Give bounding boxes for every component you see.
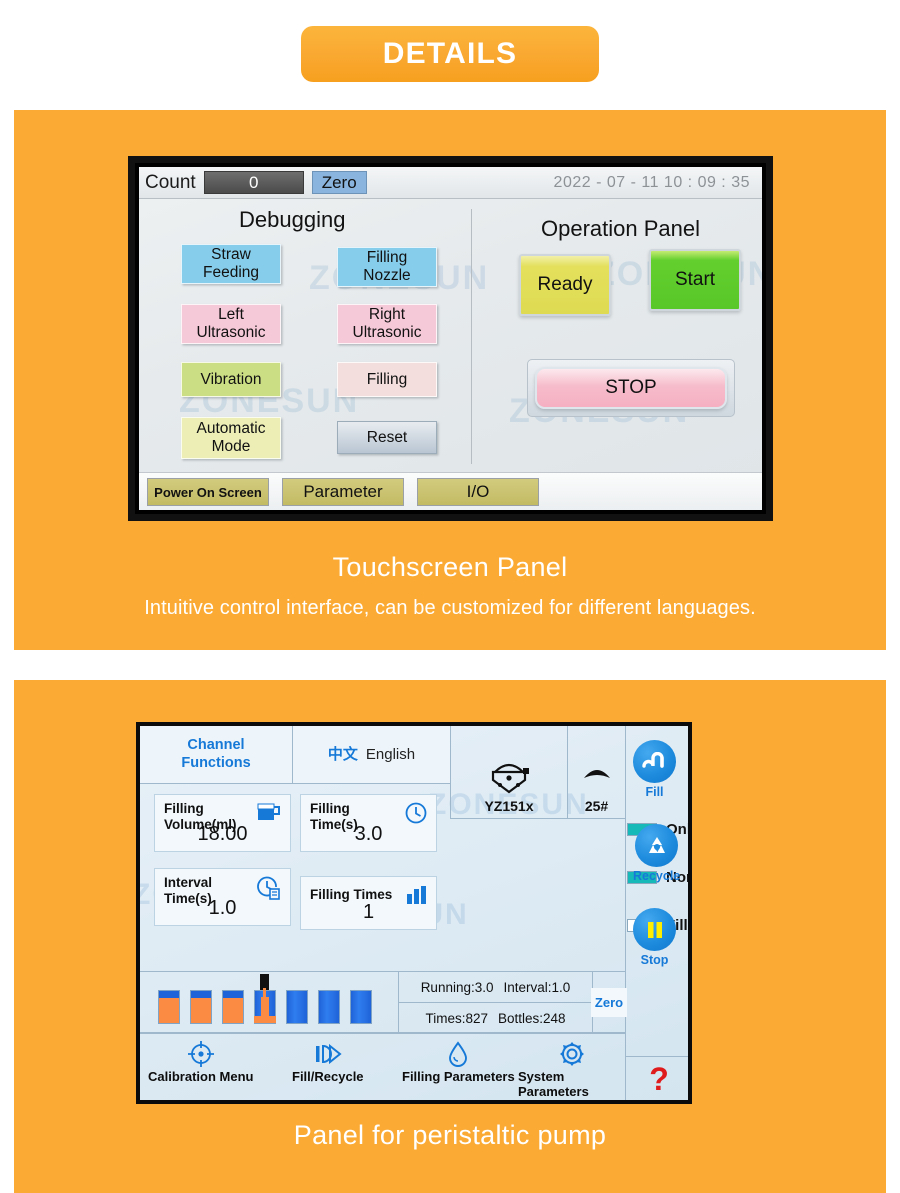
- timestamp: 2022 - 07 - 11 10 : 09 : 35: [553, 173, 750, 191]
- nav-system-parameters[interactable]: System Parameters: [518, 1040, 625, 1099]
- tube-size-label: 25#: [584, 798, 609, 814]
- debug-button-filling-nozzle[interactable]: Filling Nozzle: [337, 247, 437, 287]
- pump-model-label: YZ151x: [484, 798, 534, 814]
- hmi-screen: ZONESUN ZONESUN ZONESUN ZONESUN Count 0 …: [139, 167, 762, 510]
- tab-io[interactable]: I/O: [417, 478, 539, 506]
- debug-button-straw-feeding[interactable]: Straw Feeding: [181, 244, 281, 284]
- stop-button[interactable]: Stop: [633, 908, 676, 967]
- clock-icon: [405, 802, 427, 824]
- debug-button-automatic-mode[interactable]: Automatic Mode: [181, 417, 281, 459]
- section-peristaltic-pump-panel: ZONESUN ZONESUN ZONESUN Channel Function…: [14, 680, 886, 1193]
- language-switch[interactable]: 中文 English: [292, 726, 450, 784]
- zero-button[interactable]: Zero: [590, 987, 628, 1017]
- hmi-body: Debugging Operation Panel Straw Feeding …: [139, 199, 762, 510]
- recycle-icon: [635, 824, 679, 867]
- details-badge: DETAILS: [301, 26, 599, 82]
- help-cell[interactable]: ?: [625, 1056, 688, 1100]
- droplet-icon: [449, 1041, 468, 1067]
- debug-button-left-ultrasonic[interactable]: Left Ultrasonic: [181, 304, 281, 344]
- help-question-icon[interactable]: ?: [649, 1063, 669, 1095]
- crosshair-icon: [187, 1041, 214, 1067]
- stop-button[interactable]: STOP: [535, 367, 727, 409]
- start-button[interactable]: Start: [649, 249, 741, 311]
- tab-parameter[interactable]: Parameter: [282, 478, 404, 506]
- nav-label: System Parameters: [518, 1069, 589, 1099]
- bottle-empty: [318, 990, 340, 1024]
- section1-caption-title: Touchscreen Panel: [332, 552, 568, 582]
- debug-button-filling[interactable]: Filling: [337, 362, 437, 397]
- debugging-title: Debugging: [239, 207, 346, 232]
- zero-button[interactable]: Zero: [311, 171, 367, 194]
- hmi-pump-screen: ZONESUN ZONESUN ZONESUN Channel Function…: [140, 726, 688, 1100]
- interval-time-label: Interval:1.0: [503, 979, 571, 995]
- bottle-empty: [286, 990, 308, 1024]
- count-value-field: 0: [203, 171, 304, 194]
- pause-icon: [633, 908, 676, 951]
- param-value: 1: [362, 901, 375, 923]
- param-filling-times[interactable]: Filling Times 1: [300, 876, 437, 930]
- nav-label: Fill/Recycle: [292, 1069, 364, 1084]
- count-label: Count: [145, 171, 196, 193]
- stop-button-label: Stop: [640, 953, 669, 967]
- nav-filling-parameters[interactable]: Filling Parameters: [402, 1040, 515, 1084]
- bottle-filled: [222, 990, 244, 1024]
- bottle-progress-row: [140, 971, 398, 1033]
- bottle-empty: [350, 990, 372, 1024]
- section2-caption-title: Panel for peristaltic pump: [293, 1120, 607, 1150]
- bottom-tab-bar: Power On Screen Parameter I/O: [139, 472, 762, 510]
- debug-button-vibration[interactable]: Vibration: [181, 362, 281, 397]
- tube-size-cell[interactable]: 25#: [567, 726, 625, 819]
- param-value: 3.0: [354, 823, 383, 845]
- fill-button-label: Fill: [645, 785, 664, 799]
- beaker-icon: [257, 803, 280, 820]
- hmi-pump-device: ZONESUN ZONESUN ZONESUN Channel Function…: [136, 722, 692, 1104]
- bottle-filled: [190, 990, 212, 1024]
- run-info-line-1: Running:3.0 Interval:1.0: [399, 972, 592, 1003]
- debug-button-right-ultrasonic[interactable]: Right Ultrasonic: [337, 304, 437, 344]
- bottle-filled: [158, 990, 180, 1024]
- times-count-label: Times:827: [425, 1011, 488, 1026]
- fill-button[interactable]: Fill: [633, 740, 676, 799]
- pump-model-cell[interactable]: YZ151x: [450, 726, 567, 819]
- details-header: DETAILS: [0, 0, 900, 82]
- section1-caption-subtitle: Intuitive control interface, can be cust…: [144, 597, 756, 619]
- section-touchscreen-panel: ZONESUN ZONESUN ZONESUN ZONESUN Count 0 …: [14, 110, 886, 650]
- section-divider: [471, 209, 472, 464]
- bottles-count-label: Bottles:248: [497, 1011, 566, 1026]
- fill-wave-icon: [633, 740, 676, 783]
- tube-icon: [583, 770, 610, 778]
- nav-label: Filling Parameters: [402, 1069, 515, 1084]
- param-filling-volume[interactable]: Filling Volume(ml) 18.00: [154, 794, 291, 852]
- nozzle-stream: [263, 988, 266, 998]
- language-chinese[interactable]: 中文: [328, 746, 358, 764]
- operation-panel-title: Operation Panel: [541, 216, 700, 241]
- pump-head-icon: [491, 763, 529, 794]
- play-pause-icon: [315, 1043, 342, 1065]
- param-interval-time[interactable]: Interval Time(s) 1.0: [154, 868, 291, 926]
- debug-button-reset[interactable]: Reset: [337, 421, 437, 454]
- param-filling-time[interactable]: Filling Time(s) 3.0: [300, 794, 437, 852]
- hmi-touchscreen-device: ZONESUN ZONESUN ZONESUN ZONESUN Count 0 …: [128, 156, 773, 521]
- gear-icon: [559, 1042, 584, 1066]
- bottom-nav-bar: Calibration Menu Fill/Recycle Filling Pa…: [140, 1033, 625, 1100]
- nav-fill-recycle[interactable]: Fill/Recycle: [292, 1040, 364, 1084]
- language-english[interactable]: English: [366, 746, 415, 764]
- ready-button[interactable]: Ready: [519, 254, 611, 316]
- running-time-label: Running:3.0: [420, 979, 494, 995]
- nav-calibration-menu[interactable]: Calibration Menu: [148, 1040, 253, 1084]
- param-value: 18.00: [197, 823, 248, 845]
- zero-cell[interactable]: Zero: [590, 971, 628, 1033]
- status-bar: Count 0 Zero 2022 - 07 - 11 10 : 09 : 35: [139, 167, 762, 199]
- tab-power-on-screen[interactable]: Power On Screen: [147, 478, 269, 506]
- recycle-button[interactable]: Recycle: [633, 824, 680, 883]
- product-detail-page: DETAILS ZONESUN ZONESUN ZONESUN ZONESUN …: [0, 0, 900, 1193]
- nav-label: Calibration Menu: [148, 1069, 254, 1084]
- run-info-line-2: Times:827 Bottles:248: [399, 1003, 592, 1034]
- tab-channel-functions[interactable]: Channel Functions: [140, 726, 292, 784]
- run-info-box: Running:3.0 Interval:1.0 Times:827 Bottl…: [398, 971, 592, 1033]
- param-value: 1.0: [208, 897, 237, 919]
- recycle-button-label: Recycle: [633, 869, 681, 883]
